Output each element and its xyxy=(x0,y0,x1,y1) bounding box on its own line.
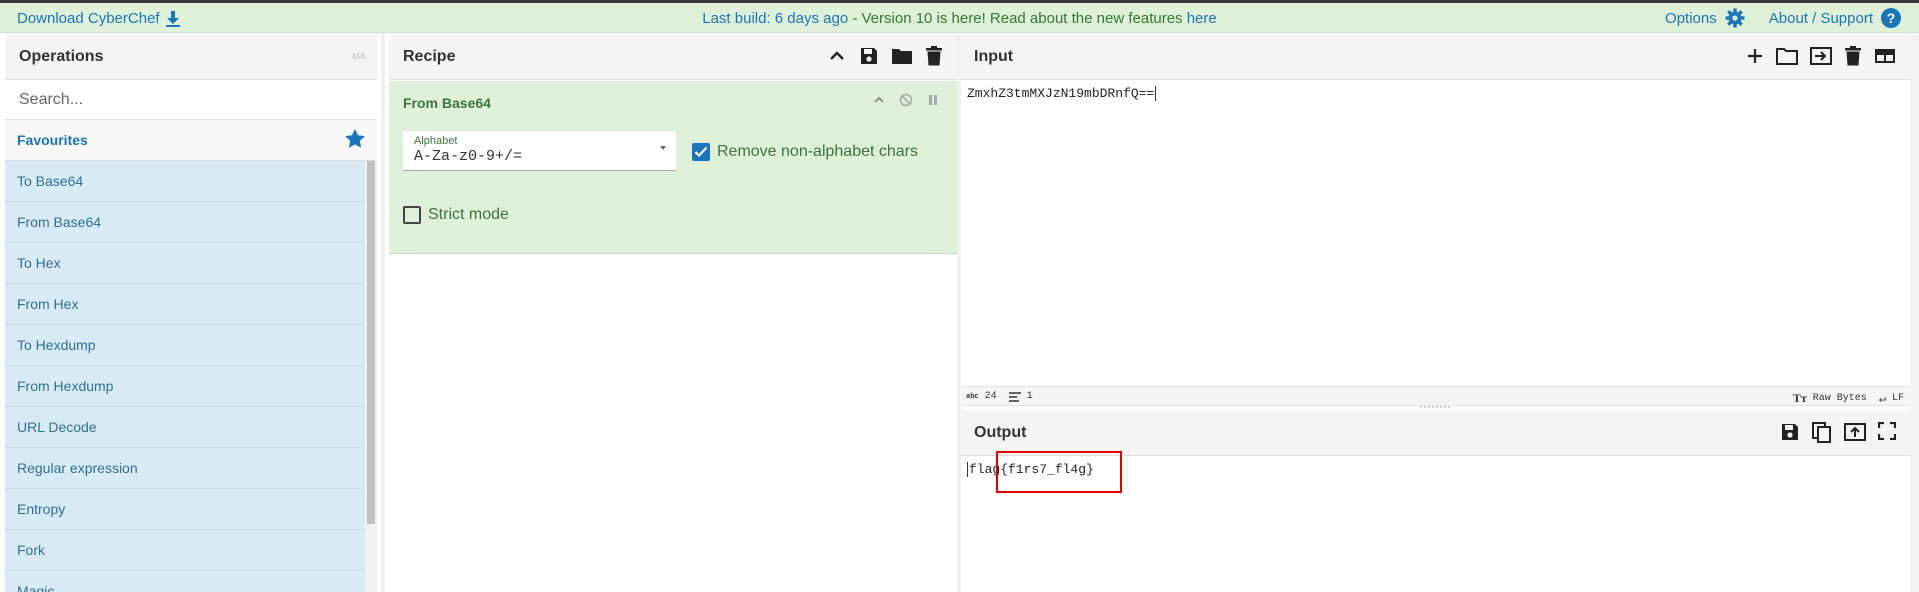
eol-arrow-icon: ↵ xyxy=(1878,392,1886,406)
right-edge-scrollbar xyxy=(1910,34,1919,592)
operation-item[interactable]: To Base64 xyxy=(5,161,365,202)
output-header: Output xyxy=(960,410,1910,456)
operations-scrollbar[interactable] xyxy=(365,161,377,592)
alphabet-value: A-Za-z0-9+/= xyxy=(414,148,523,165)
input-lines: 1 xyxy=(1026,391,1033,402)
input-length: 24 xyxy=(984,391,997,402)
download-cyberchef-link[interactable]: Download CyberChef xyxy=(17,10,180,27)
gear-icon[interactable] xyxy=(1725,8,1745,28)
checkbox-unchecked-icon[interactable] xyxy=(403,206,421,224)
recipe-header: Recipe xyxy=(389,34,957,80)
input-header: Input xyxy=(960,34,1910,80)
help-icon[interactable]: ? xyxy=(1881,8,1901,28)
checkbox-checked-icon[interactable] xyxy=(692,143,710,161)
operation-item[interactable]: URL Decode xyxy=(5,407,365,448)
build-notice: Last build: 6 days ago - Version 10 is h… xyxy=(0,10,1919,27)
version-notice-text: - Version 10 is here! Read about the new… xyxy=(848,10,1187,27)
alphabet-select[interactable]: Alphabet A-Za-z0-9+/= xyxy=(403,131,676,171)
strict-mode-checkbox[interactable]: Strict mode xyxy=(403,206,509,224)
operations-panel: Operations 456 Favourites To Base64 From… xyxy=(5,34,377,592)
scrollbar-thumb[interactable] xyxy=(367,161,375,524)
reset-layout-icon[interactable] xyxy=(1874,46,1896,71)
input-status-bar: abc 24 1 Tт Raw Bytes ↵ LF xyxy=(960,386,1910,406)
recipe-operation-from-base64: From Base64 Alphabet A-Za-z0-9+/= Remove… xyxy=(389,81,957,254)
top-banner: Download CyberChef Last build: 6 days ag… xyxy=(0,3,1919,33)
operations-count: 456 xyxy=(351,52,365,61)
operations-title: Operations xyxy=(19,47,104,65)
banner-right-links: Options About / Support ? xyxy=(1665,8,1901,28)
operation-item[interactable]: Regular expression xyxy=(5,448,365,489)
copy-output-icon[interactable] xyxy=(1812,422,1832,449)
trash-icon[interactable] xyxy=(925,46,943,71)
options-link[interactable]: Options xyxy=(1665,10,1717,27)
operation-item[interactable]: To Hexdump xyxy=(5,325,365,366)
strict-mode-label: Strict mode xyxy=(428,206,509,223)
input-length-stat[interactable]: abc 24 xyxy=(966,391,997,402)
remove-non-alphabet-checkbox[interactable]: Remove non-alphabet chars xyxy=(692,143,918,161)
operation-item[interactable]: Fork xyxy=(5,530,365,571)
eol-label: LF xyxy=(1891,393,1904,404)
clear-input-trash-icon[interactable] xyxy=(1844,46,1862,71)
star-icon[interactable] xyxy=(345,129,365,151)
release-notes-link[interactable]: here xyxy=(1187,10,1217,27)
raw-bytes-label: Raw Bytes xyxy=(1812,393,1867,404)
output-text[interactable]: flag{f1rs7_fl4g} xyxy=(969,462,1094,477)
recipe-operation-title: From Base64 xyxy=(403,95,491,111)
output-textarea[interactable]: flag{f1rs7_fl4g} xyxy=(967,462,1910,477)
ops-recipe-splitter[interactable] xyxy=(381,34,385,592)
operation-item[interactable]: From Base64 xyxy=(5,202,365,243)
replace-input-icon[interactable] xyxy=(1844,422,1866,449)
io-panel: Input ZmxhZ3tmMXJzN19mbDRnfQ== abc 24 1 … xyxy=(960,34,1910,592)
dropdown-caret-icon xyxy=(660,146,666,150)
chevron-up-icon[interactable] xyxy=(873,93,885,112)
output-title: Output xyxy=(974,423,1027,441)
abc-icon: abc xyxy=(966,392,979,401)
add-tab-icon[interactable] xyxy=(1746,46,1764,71)
character-encoding-selector[interactable]: Tт Raw Bytes xyxy=(1793,391,1867,406)
favourites-label: Favourites xyxy=(17,132,88,148)
download-icon[interactable] xyxy=(165,10,180,27)
folder-icon[interactable] xyxy=(891,46,913,71)
svg-text:?: ? xyxy=(1887,10,1896,26)
input-title: Input xyxy=(974,47,1014,65)
alphabet-label: Alphabet xyxy=(414,135,458,147)
pause-icon[interactable] xyxy=(927,93,939,112)
lines-icon xyxy=(1008,391,1021,402)
eol-selector[interactable]: ↵ LF xyxy=(1879,391,1904,406)
text-encoding-icon: Tт xyxy=(1792,391,1807,405)
operation-item[interactable]: From Hex xyxy=(5,284,365,325)
search-input[interactable] xyxy=(17,89,365,110)
operations-list: To Base64 From Base64 To Hex From Hex To… xyxy=(5,161,365,592)
recipe-panel: Recipe From Base64 Alphabet A-Za-z0-9+/=… xyxy=(389,34,957,592)
maximise-output-icon[interactable] xyxy=(1877,421,1897,449)
disable-icon[interactable] xyxy=(899,93,913,112)
input-textarea[interactable]: ZmxhZ3tmMXJzN19mbDRnfQ== xyxy=(967,86,1910,101)
operations-header: Operations 456 xyxy=(5,34,377,80)
operations-search xyxy=(5,80,377,120)
chevron-up-icon[interactable] xyxy=(827,46,847,71)
operation-item[interactable]: Magic xyxy=(5,571,365,592)
favourites-category[interactable]: Favourites xyxy=(5,120,377,161)
operation-item[interactable]: From Hexdump xyxy=(5,366,365,407)
remove-non-alphabet-label: Remove non-alphabet chars xyxy=(717,143,919,160)
open-file-icon[interactable] xyxy=(1810,46,1832,71)
open-folder-icon[interactable] xyxy=(1776,46,1798,71)
recipe-title: Recipe xyxy=(403,47,456,65)
about-support-link[interactable]: About / Support xyxy=(1769,10,1873,27)
download-label[interactable]: Download CyberChef xyxy=(17,10,160,27)
operation-item[interactable]: To Hex xyxy=(5,243,365,284)
text-cursor xyxy=(967,462,968,477)
operation-item[interactable]: Entropy xyxy=(5,489,365,530)
save-recipe-icon[interactable] xyxy=(859,46,879,71)
last-build-link[interactable]: Last build: 6 days ago xyxy=(702,10,848,27)
save-output-icon[interactable] xyxy=(1780,422,1800,449)
input-text[interactable]: ZmxhZ3tmMXJzN19mbDRnfQ== xyxy=(967,86,1154,101)
input-lines-stat[interactable]: 1 xyxy=(1008,391,1033,402)
text-cursor xyxy=(1155,86,1157,101)
